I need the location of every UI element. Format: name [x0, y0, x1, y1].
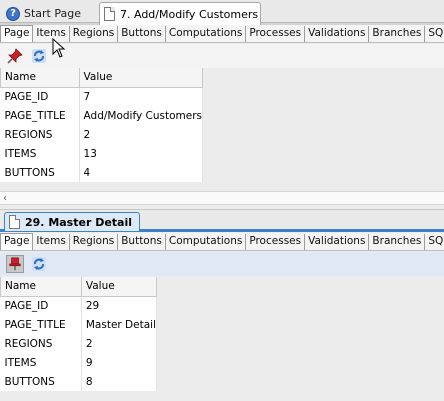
- tab-processes[interactable]: Processes: [246, 234, 306, 250]
- row-value: 7: [79, 87, 204, 106]
- table-row[interactable]: BUTTONS 4: [0, 163, 204, 182]
- tab-master-detail[interactable]: 29. Master Detail: [4, 212, 140, 231]
- tab-processes[interactable]: Processes: [246, 26, 306, 42]
- tab-add-modify-customers[interactable]: 7. Add/Modify Customers: [99, 2, 261, 25]
- tab-regions[interactable]: Regions: [70, 26, 119, 42]
- tab-sql[interactable]: SQL: [425, 234, 444, 250]
- tab-computations[interactable]: Computations: [166, 234, 247, 250]
- row-name: BUTTONS: [0, 372, 82, 391]
- row-name: PAGE_ID: [0, 296, 82, 315]
- row-value: 2: [81, 334, 158, 353]
- tab-computations[interactable]: Computations: [166, 26, 247, 42]
- panel2-property-table: Name Value PAGE_ID 29 PAGE_TITLE Master …: [0, 277, 158, 391]
- table-row[interactable]: REGIONS 2: [0, 334, 158, 353]
- column-header-name[interactable]: Name: [0, 277, 82, 297]
- document-icon: [104, 7, 115, 21]
- table-row[interactable]: ITEMS 13: [0, 144, 204, 163]
- tab-buttons[interactable]: Buttons: [118, 234, 166, 250]
- tab-start-page[interactable]: ? Start Page: [2, 3, 94, 24]
- tab-validations[interactable]: Validations: [305, 234, 370, 250]
- editor-tab-strip: ? Start Page 7. Add/Modify Customers: [0, 0, 444, 27]
- row-value: 2: [79, 125, 204, 144]
- row-value: 4: [79, 163, 204, 182]
- tab-sql[interactable]: SQL: [425, 26, 444, 42]
- table-row[interactable]: PAGE_TITLE Master Detail: [0, 315, 158, 334]
- tab-items[interactable]: Items: [33, 234, 70, 250]
- table-row[interactable]: ITEMS 9: [0, 353, 158, 372]
- tab-page[interactable]: Page: [0, 25, 34, 42]
- refresh-icon: [32, 257, 46, 271]
- tab-branches[interactable]: Branches: [369, 234, 426, 250]
- refresh-icon: [32, 49, 46, 63]
- pin-button[interactable]: [6, 47, 24, 65]
- tab-start-page-label: Start Page: [24, 7, 81, 20]
- panel1-subtab-bar: Page Items Regions Buttons Computations …: [0, 25, 444, 43]
- refresh-button[interactable]: [30, 255, 48, 273]
- panel2-subtab-bar: Page Items Regions Buttons Computations …: [0, 233, 444, 251]
- row-name: PAGE_TITLE: [0, 106, 80, 125]
- tab-active-label: 7. Add/Modify Customers: [120, 7, 259, 21]
- panel2-tab-strip: 29. Master Detail: [0, 209, 444, 232]
- tab-regions[interactable]: Regions: [70, 234, 119, 250]
- refresh-button[interactable]: [30, 47, 48, 65]
- row-name: BUTTONS: [0, 163, 80, 182]
- table-row[interactable]: PAGE_TITLE Add/Modify Customers: [0, 106, 204, 125]
- row-name: ITEMS: [0, 144, 80, 163]
- column-header-name[interactable]: Name: [0, 68, 80, 88]
- panel1-property-table: Name Value PAGE_ID 7 PAGE_TITLE Add/Modi…: [0, 68, 204, 182]
- row-name: PAGE_ID: [0, 87, 80, 106]
- pin-button[interactable]: [6, 255, 24, 273]
- panel2-toolbar: [0, 252, 444, 276]
- row-value: 9: [81, 353, 158, 372]
- table-row[interactable]: PAGE_ID 29: [0, 296, 158, 315]
- row-name: REGIONS: [0, 334, 82, 353]
- row-value: 13: [79, 144, 204, 163]
- column-header-value[interactable]: Value: [78, 68, 204, 88]
- table-row[interactable]: BUTTONS 8: [0, 372, 158, 391]
- row-value: Master Detail: [81, 315, 158, 334]
- row-value: 29: [81, 296, 158, 315]
- scroll-left-icon[interactable]: ‹: [3, 193, 7, 204]
- tab-validations[interactable]: Validations: [305, 26, 370, 42]
- mouse-cursor-icon: [52, 38, 66, 58]
- table-row[interactable]: REGIONS 2: [0, 125, 204, 144]
- pin-icon: [9, 257, 21, 271]
- horizontal-scrollbar[interactable]: ‹: [0, 191, 444, 205]
- row-value: 8: [81, 372, 158, 391]
- help-icon: ?: [6, 6, 20, 21]
- row-name: PAGE_TITLE: [0, 315, 82, 334]
- tab-master-detail-label: 29. Master Detail: [25, 215, 133, 229]
- tab-buttons[interactable]: Buttons: [118, 26, 166, 42]
- column-header-value[interactable]: Value: [80, 277, 158, 297]
- tab-page[interactable]: Page: [0, 233, 34, 250]
- table-row[interactable]: PAGE_ID 7: [0, 87, 204, 106]
- row-value: Add/Modify Customers: [79, 106, 204, 125]
- row-name: REGIONS: [0, 125, 80, 144]
- tab-branches[interactable]: Branches: [369, 26, 426, 42]
- panel1-toolbar: [0, 44, 444, 68]
- document-icon: [9, 215, 20, 229]
- row-name: ITEMS: [0, 353, 82, 372]
- pin-icon: [7, 48, 23, 64]
